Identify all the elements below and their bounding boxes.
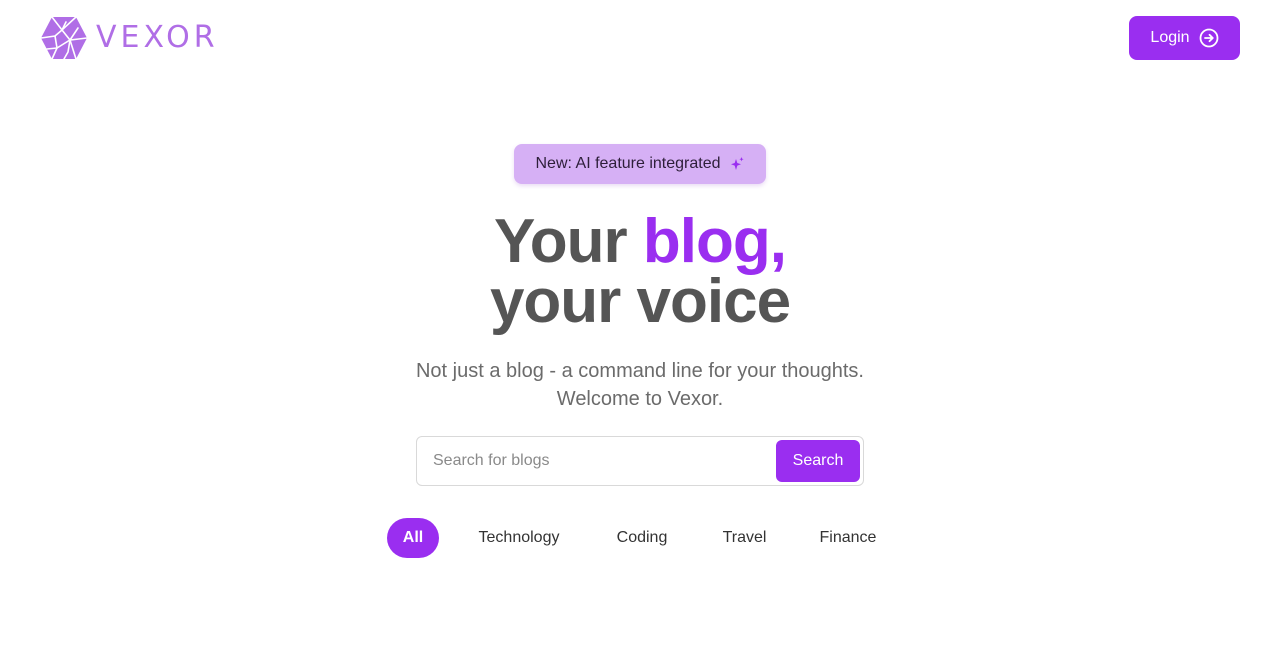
hero-heading: Your blog, your voice (0, 211, 1280, 333)
site-header: VEXOR Login (0, 0, 1280, 76)
search-bar: Search (416, 436, 864, 486)
hero-line-2: your voice (489, 267, 791, 336)
search-input[interactable] (417, 437, 773, 485)
logo-text: VEXOR (96, 20, 219, 55)
subtitle-line-1: Not just a blog - a command line for you… (415, 360, 864, 382)
site-logo[interactable]: VEXOR (40, 16, 219, 60)
category-filter: All Technology Coding Travel Finance (0, 518, 1280, 558)
hero-subtitle: Not just a blog - a command line for you… (0, 357, 1280, 413)
hero-line-1: Your blog, (494, 207, 787, 276)
category-finance[interactable]: Finance (803, 518, 893, 558)
category-coding[interactable]: Coding (598, 518, 686, 558)
sparkles-icon (730, 157, 744, 170)
login-label: Login (1150, 29, 1190, 46)
subtitle-line-2: Welcome to Vexor. (556, 388, 724, 410)
badge-text: New: AI feature integrated (535, 155, 721, 172)
category-travel[interactable]: Travel (706, 518, 783, 558)
hero-text-accent: blog, (642, 207, 787, 276)
hero-text-plain: Your (494, 207, 643, 276)
category-technology[interactable]: Technology (459, 518, 579, 558)
login-button[interactable]: Login (1129, 16, 1240, 60)
category-all[interactable]: All (387, 518, 439, 558)
hexagon-mesh-logo-icon (40, 16, 88, 60)
ai-feature-badge[interactable]: New: AI feature integrated (514, 144, 766, 184)
arrow-circle-right-icon (1199, 28, 1218, 48)
search-button[interactable]: Search (776, 440, 860, 482)
